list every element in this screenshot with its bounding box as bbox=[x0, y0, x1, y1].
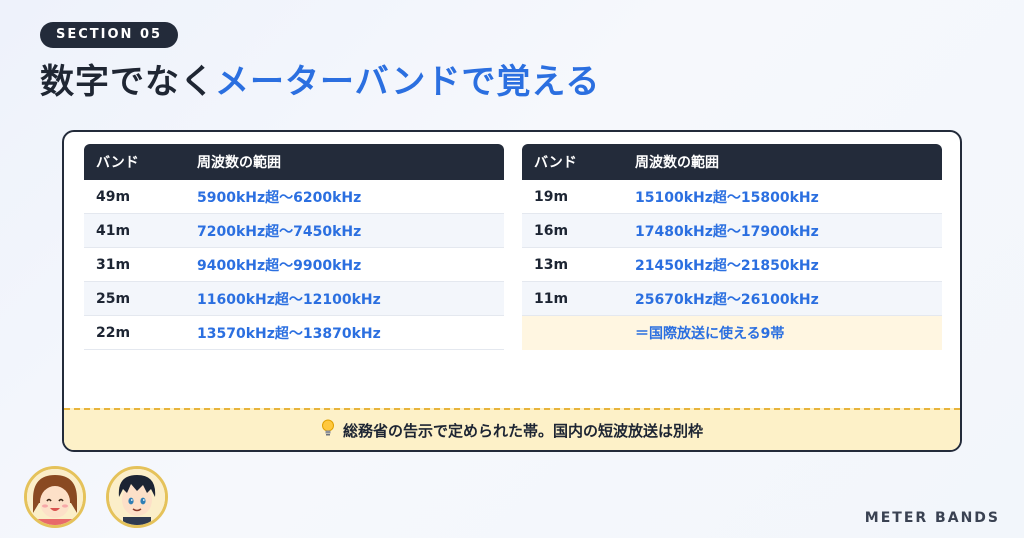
title-accent: メーターバンドで覚える bbox=[215, 62, 601, 102]
range-cell: 11600kHz超〜12100kHz bbox=[197, 291, 381, 308]
summary-note: ＝国際放送に使える9帯 bbox=[635, 326, 785, 342]
column-header-range: 周波数の範囲 bbox=[635, 155, 719, 171]
avatar-boy bbox=[106, 466, 168, 528]
range-cell: 5900kHz超〜6200kHz bbox=[197, 189, 362, 206]
table-header: バンド 周波数の範囲 bbox=[522, 144, 942, 180]
range-cell: 21450kHz超〜21850kHz bbox=[635, 257, 819, 274]
band-cell: 13m bbox=[534, 256, 569, 273]
range-cell: 15100kHz超〜15800kHz bbox=[635, 189, 819, 206]
avatar-girl bbox=[24, 466, 86, 528]
page-title: 数字でなくメーターバンドで覚える bbox=[40, 54, 600, 103]
table-header: バンド 周波数の範囲 bbox=[84, 144, 504, 180]
table-row: 13m 21450kHz超〜21850kHz bbox=[522, 248, 942, 282]
title-plain: 数字でなく bbox=[40, 62, 215, 102]
band-cell: 16m bbox=[534, 222, 569, 239]
table-row: 19m 15100kHz超〜15800kHz bbox=[522, 180, 942, 214]
band-cell: 41m bbox=[96, 222, 131, 239]
range-cell: 13570kHz超〜13870kHz bbox=[197, 325, 381, 342]
column-header-range: 周波数の範囲 bbox=[197, 155, 281, 171]
range-cell: 7200kHz超〜7450kHz bbox=[197, 223, 362, 240]
band-table-left: バンド 周波数の範囲 49m 5900kHz超〜6200kHz 41m 7200… bbox=[84, 144, 504, 350]
table-row: 49m 5900kHz超〜6200kHz bbox=[84, 180, 504, 214]
brand-label: METER BANDS bbox=[864, 510, 1000, 526]
band-cell: 31m bbox=[96, 256, 131, 273]
table-row: 31m 9400kHz超〜9900kHz bbox=[84, 248, 504, 282]
band-cell: 25m bbox=[96, 290, 131, 307]
footer-note-text: 総務省の告示で定められた帯。国内の短波放送は別枠 bbox=[342, 421, 703, 440]
band-cell: 19m bbox=[534, 188, 569, 205]
range-cell: 25670kHz超〜26100kHz bbox=[635, 291, 819, 308]
table-row: 11m 25670kHz超〜26100kHz bbox=[522, 282, 942, 316]
range-cell: 9400kHz超〜9900kHz bbox=[197, 257, 362, 274]
lightbulb-icon bbox=[321, 419, 335, 441]
column-header-band: バンド bbox=[96, 155, 139, 171]
table-row: 16m 17480kHz超〜17900kHz bbox=[522, 214, 942, 248]
band-table-right: バンド 周波数の範囲 19m 15100kHz超〜15800kHz 16m 17… bbox=[522, 144, 942, 350]
table-row: 25m 11600kHz超〜12100kHz bbox=[84, 282, 504, 316]
band-cell: 11m bbox=[534, 290, 569, 307]
range-cell: 17480kHz超〜17900kHz bbox=[635, 223, 819, 240]
summary-note-row: ＝国際放送に使える9帯 bbox=[522, 316, 942, 350]
section-badge: SECTION 05 bbox=[40, 22, 179, 48]
table-row: 41m 7200kHz超〜7450kHz bbox=[84, 214, 504, 248]
band-table-card: バンド 周波数の範囲 49m 5900kHz超〜6200kHz 41m 7200… bbox=[62, 130, 962, 452]
column-header-band: バンド bbox=[534, 155, 577, 171]
table-row: 22m 13570kHz超〜13870kHz bbox=[84, 316, 504, 350]
footer-note-bar: 総務省の告示で定められた帯。国内の短波放送は別枠 bbox=[64, 408, 960, 450]
band-cell: 22m bbox=[96, 324, 131, 341]
band-cell: 49m bbox=[96, 188, 131, 205]
